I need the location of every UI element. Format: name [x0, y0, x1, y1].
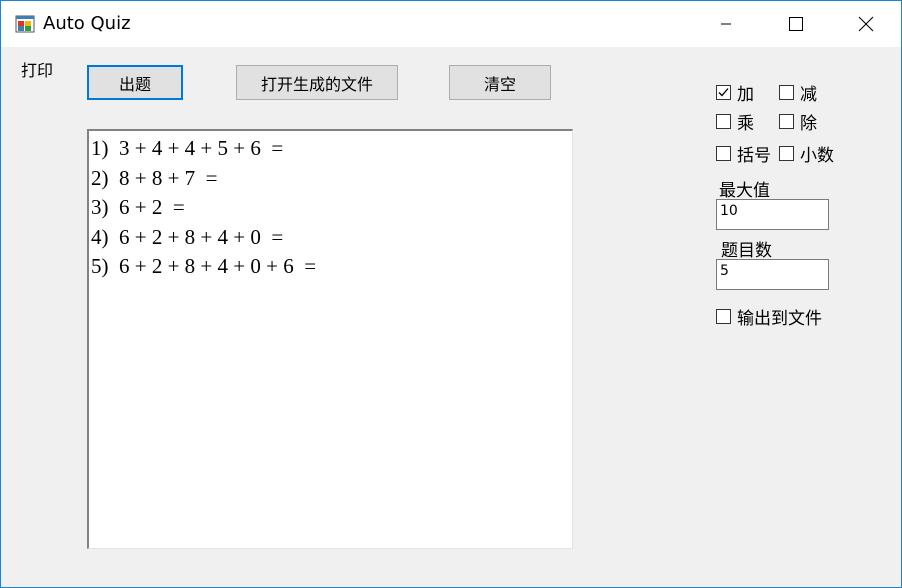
output-to-file-label: 输出到文件 — [737, 309, 822, 329]
add-checkbox[interactable]: 加 — [716, 80, 754, 105]
open-file-button[interactable]: 打开生成的文件 — [236, 65, 398, 100]
checkmark-icon — [718, 88, 729, 97]
window-title: Auto Quiz — [43, 13, 131, 34]
quiz-line: 1) 3 + 4 + 4 + 5 + 6 = — [91, 136, 284, 160]
brackets-checkbox[interactable]: 括号 — [716, 141, 771, 166]
add-label: 加 — [737, 85, 754, 105]
multiply-label: 乘 — [737, 114, 754, 134]
checkbox-box[interactable] — [716, 146, 731, 161]
title-bar[interactable]: Auto Quiz — [1, 1, 901, 47]
quiz-line: 3) 6 + 2 = — [91, 195, 185, 219]
quiz-line: 4) 6 + 2 + 8 + 4 + 0 = — [91, 224, 284, 249]
menu-item-print[interactable]: 打印 — [21, 57, 53, 81]
brackets-label: 括号 — [737, 146, 771, 166]
clear-button[interactable]: 清空 — [449, 65, 551, 100]
quiz-output-textbox[interactable]: 1) 3 + 4 + 4 + 5 + 6 = 2) 8 + 8 + 7 = 3)… — [87, 129, 573, 549]
generate-button[interactable]: 出题 — [87, 65, 183, 100]
close-button[interactable] — [831, 1, 901, 47]
divide-checkbox[interactable]: 除 — [779, 109, 817, 134]
decimals-checkbox[interactable]: 小数 — [779, 141, 834, 166]
subtract-checkbox[interactable]: 减 — [779, 80, 817, 105]
multiply-checkbox[interactable]: 乘 — [716, 109, 754, 134]
checkbox-box[interactable] — [716, 309, 731, 324]
quiz-line: 5) 6 + 2 + 8 + 4 + 0 + 6 = — [91, 254, 317, 278]
max-value-input[interactable]: 10 — [716, 199, 829, 230]
checkbox-box[interactable] — [716, 114, 731, 129]
app-icon — [15, 14, 35, 34]
app-window: Auto Quiz 打印 出题 打开生成的文件 清空 1) 3 + 4 + 4 … — [0, 0, 902, 588]
quiz-line: 2) 8 + 8 + 7 = — [91, 165, 218, 190]
output-to-file-checkbox[interactable]: 输出到文件 — [716, 304, 822, 329]
max-value-label: 最大值 — [719, 181, 770, 201]
question-count-label: 题目数 — [721, 241, 772, 261]
checkbox-box[interactable] — [779, 114, 794, 129]
question-count-input[interactable]: 5 — [716, 259, 829, 290]
minimize-icon — [721, 23, 731, 25]
minimize-button[interactable] — [691, 1, 761, 47]
divide-label: 除 — [800, 114, 817, 134]
close-icon — [858, 16, 874, 32]
maximize-icon — [789, 17, 803, 31]
checkbox-box[interactable] — [716, 85, 731, 100]
subtract-label: 减 — [800, 85, 817, 105]
decimals-label: 小数 — [800, 146, 834, 166]
checkbox-box[interactable] — [779, 146, 794, 161]
checkbox-box[interactable] — [779, 85, 794, 100]
maximize-button[interactable] — [761, 1, 831, 47]
